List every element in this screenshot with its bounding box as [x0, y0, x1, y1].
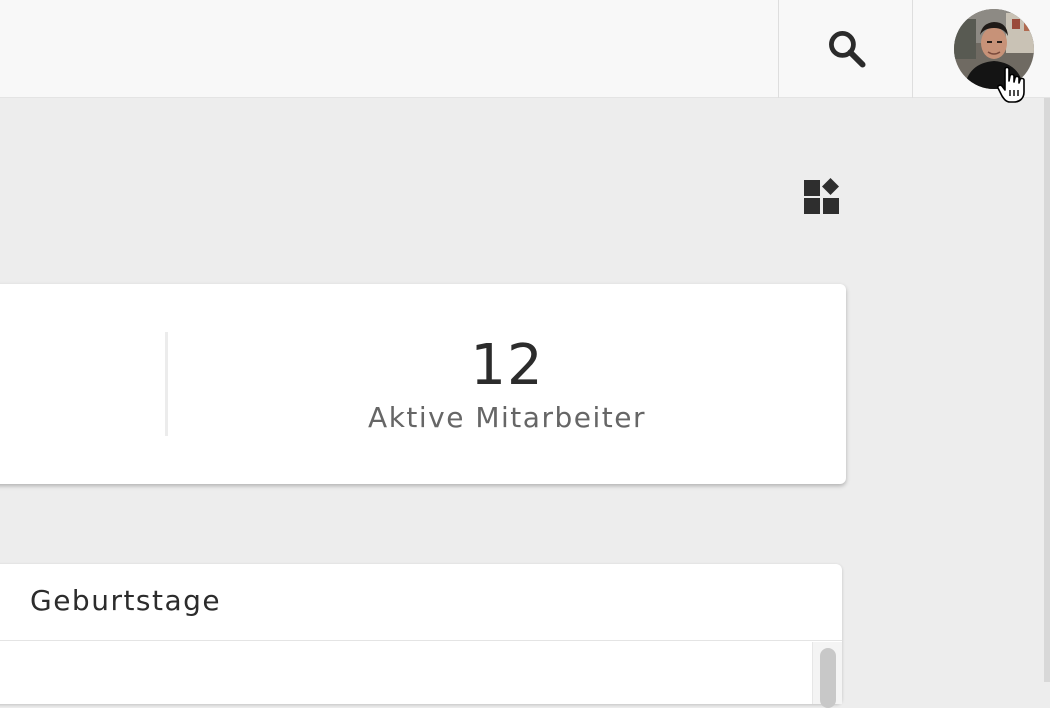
birthdays-card-header: Geburtstage: [0, 564, 842, 641]
search-icon: [828, 31, 866, 68]
stats-card: 12 Aktive Mitarbeiter: [0, 284, 846, 484]
birthdays-scrollbar[interactable]: [812, 642, 842, 708]
active-employees-label: Aktive Mitarbeiter: [368, 401, 646, 434]
user-avatar[interactable]: [954, 9, 1034, 89]
birthdays-title: Geburtstage: [30, 584, 222, 617]
active-employees-stat: 12 Aktive Mitarbeiter: [168, 332, 846, 436]
active-employees-count: 12: [470, 333, 544, 398]
widgets-button[interactable]: [802, 177, 842, 217]
top-bar: [0, 0, 1050, 98]
search-button[interactable]: [780, 0, 913, 98]
scrollbar-thumb[interactable]: [820, 648, 836, 708]
topbar-divider: [778, 0, 779, 98]
birthdays-card: Geburtstage: [0, 564, 842, 708]
avatar-photo: [954, 9, 1034, 89]
page-scrollbar[interactable]: [1044, 98, 1050, 682]
widgets-icon: [804, 178, 839, 214]
